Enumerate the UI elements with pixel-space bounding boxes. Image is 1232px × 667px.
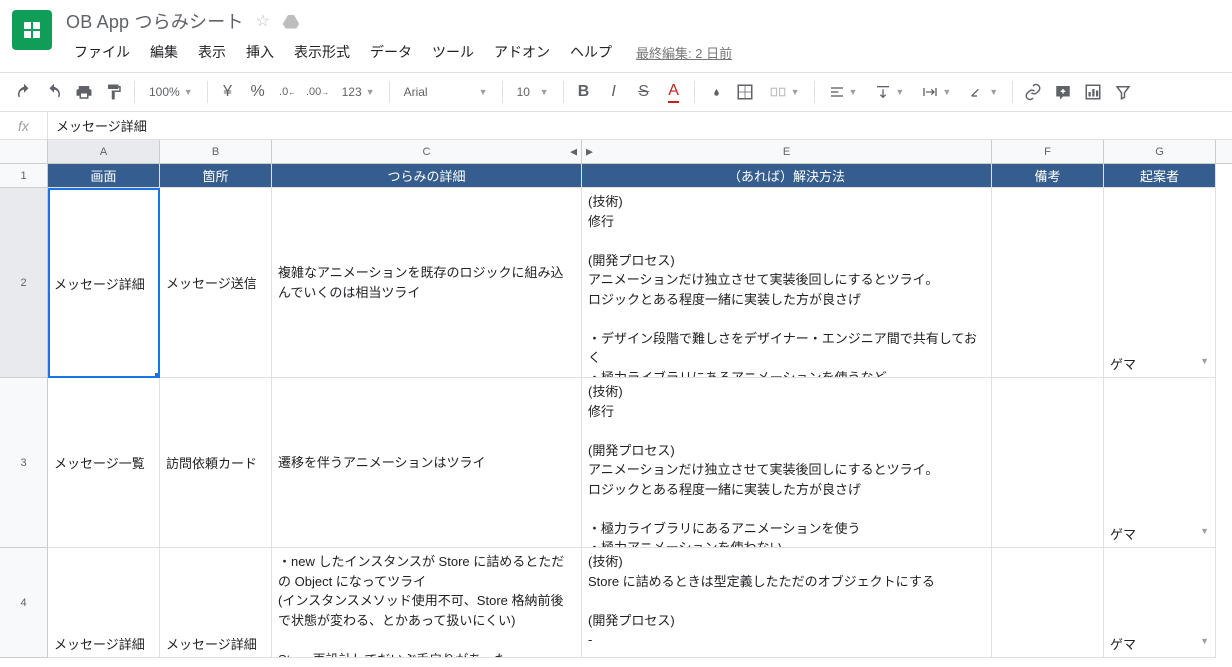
col-head-B[interactable]: B: [160, 140, 272, 163]
formula-input[interactable]: メッセージ詳細: [48, 116, 155, 135]
number-format-dropdown[interactable]: 123▼: [334, 78, 383, 106]
cell-B3[interactable]: 訪問依頼カード: [160, 378, 272, 548]
rotate-button[interactable]: ▼: [961, 78, 1006, 106]
borders-button[interactable]: [731, 78, 759, 106]
cell-G3[interactable]: ゲマ▼: [1104, 378, 1216, 548]
header-location[interactable]: 箇所: [160, 164, 272, 188]
halign-button[interactable]: ▼: [821, 78, 866, 106]
cell-E3[interactable]: (技術) 修行 (開発プロセス) アニメーションだけ独立させて実装後回しにすると…: [582, 378, 992, 548]
cell-E2[interactable]: (技術) 修行 (開発プロセス) アニメーションだけ独立させて実装後回しにすると…: [582, 188, 992, 378]
font-size-dropdown[interactable]: 10▼: [509, 78, 557, 106]
percent-button[interactable]: %: [244, 78, 272, 106]
header-solution[interactable]: （あれば）解決方法: [582, 164, 992, 188]
header-proposer[interactable]: 起案者: [1104, 164, 1216, 188]
dropdown-icon[interactable]: ▼: [1200, 356, 1209, 366]
toolbar: 100%▼ ¥ % .0← .00→ 123▼ Arial▼ 10▼ B I S…: [0, 72, 1232, 112]
last-edit-link[interactable]: 最終編集: 2 日前: [636, 43, 732, 62]
bold-button[interactable]: B: [570, 78, 598, 106]
col-collapse-left-icon[interactable]: ◀: [570, 146, 577, 157]
merge-cells-button[interactable]: ▼: [761, 78, 808, 106]
cell-B4[interactable]: メッセージ詳細: [160, 548, 272, 658]
menu-bar: ファイル 編集 表示 挿入 表示形式 データ ツール アドオン ヘルプ 最終編集…: [66, 38, 1220, 66]
sheets-logo[interactable]: [12, 10, 52, 50]
formula-bar: fx メッセージ詳細: [0, 112, 1232, 140]
row-head-2[interactable]: 2: [0, 188, 48, 378]
col-collapse-right-icon[interactable]: ▶: [586, 146, 593, 157]
col-head-A[interactable]: A: [48, 140, 160, 163]
header-screen[interactable]: 画面: [48, 164, 160, 188]
menu-tools[interactable]: ツール: [424, 38, 482, 66]
cell-E4[interactable]: (技術) Store に詰めるときは型定義したただのオブジェクトにする (開発プ…: [582, 548, 992, 658]
star-icon[interactable]: ☆: [256, 11, 270, 31]
text-color-button[interactable]: A: [660, 78, 688, 106]
insert-link-button[interactable]: [1019, 78, 1047, 106]
menu-format[interactable]: 表示形式: [286, 38, 358, 66]
cell-A2[interactable]: メッセージ詳細: [48, 188, 160, 378]
col-head-G[interactable]: G: [1104, 140, 1216, 163]
print-button[interactable]: [70, 78, 98, 106]
menu-view[interactable]: 表示: [190, 38, 234, 66]
dropdown-icon[interactable]: ▼: [1200, 526, 1209, 536]
redo-button[interactable]: [40, 78, 68, 106]
cell-F4[interactable]: [992, 548, 1104, 658]
decrease-decimal-button[interactable]: .0←: [274, 78, 302, 106]
undo-button[interactable]: [10, 78, 38, 106]
insert-comment-button[interactable]: [1049, 78, 1077, 106]
fx-icon: fx: [0, 112, 48, 139]
paint-format-button[interactable]: [100, 78, 128, 106]
col-head-F[interactable]: F: [992, 140, 1104, 163]
col-head-C[interactable]: C◀: [272, 140, 582, 163]
cell-B2[interactable]: メッセージ送信: [160, 188, 272, 378]
row-head-4[interactable]: 4: [0, 548, 48, 658]
strikethrough-button[interactable]: S: [630, 78, 658, 106]
cell-F3[interactable]: [992, 378, 1104, 548]
font-dropdown[interactable]: Arial▼: [396, 78, 496, 106]
currency-button[interactable]: ¥: [214, 78, 242, 106]
doc-title[interactable]: OB App つらみシート: [66, 8, 244, 34]
move-to-drive-icon[interactable]: [282, 13, 300, 29]
header-details[interactable]: つらみの詳細: [272, 164, 582, 188]
filter-button[interactable]: [1109, 78, 1137, 106]
cell-G4[interactable]: ゲマ▼: [1104, 548, 1216, 658]
select-all-corner[interactable]: [0, 140, 48, 163]
cell-A3[interactable]: メッセージ一覧: [48, 378, 160, 548]
wrap-button[interactable]: ▼: [914, 78, 959, 106]
cell-F2[interactable]: [992, 188, 1104, 378]
zoom-dropdown[interactable]: 100%▼: [141, 78, 201, 106]
cell-A4[interactable]: メッセージ詳細: [48, 548, 160, 658]
dropdown-icon[interactable]: ▼: [1200, 636, 1209, 646]
row-head-1[interactable]: 1: [0, 164, 48, 188]
cell-G2[interactable]: ゲマ▼: [1104, 188, 1216, 378]
col-head-E[interactable]: ▶E: [582, 140, 992, 163]
menu-file[interactable]: ファイル: [66, 38, 138, 66]
fill-color-button[interactable]: [701, 78, 729, 106]
menu-edit[interactable]: 編集: [142, 38, 186, 66]
menu-addons[interactable]: アドオン: [486, 38, 558, 66]
cell-C4[interactable]: ・new したインスタンスが Store に詰めるとただの Object になっ…: [272, 548, 582, 658]
row-head-3[interactable]: 3: [0, 378, 48, 548]
cell-C3[interactable]: 遷移を伴うアニメーションはツライ: [272, 378, 582, 548]
menu-insert[interactable]: 挿入: [238, 38, 282, 66]
header-remarks[interactable]: 備考: [992, 164, 1104, 188]
menu-data[interactable]: データ: [362, 38, 420, 66]
increase-decimal-button[interactable]: .00→: [304, 78, 332, 106]
italic-button[interactable]: I: [600, 78, 628, 106]
insert-chart-button[interactable]: [1079, 78, 1107, 106]
valign-button[interactable]: ▼: [867, 78, 912, 106]
cell-C2[interactable]: 複雑なアニメーションを既存のロジックに組み込んでいくのは相当ツライ: [272, 188, 582, 378]
menu-help[interactable]: ヘルプ: [562, 38, 620, 66]
